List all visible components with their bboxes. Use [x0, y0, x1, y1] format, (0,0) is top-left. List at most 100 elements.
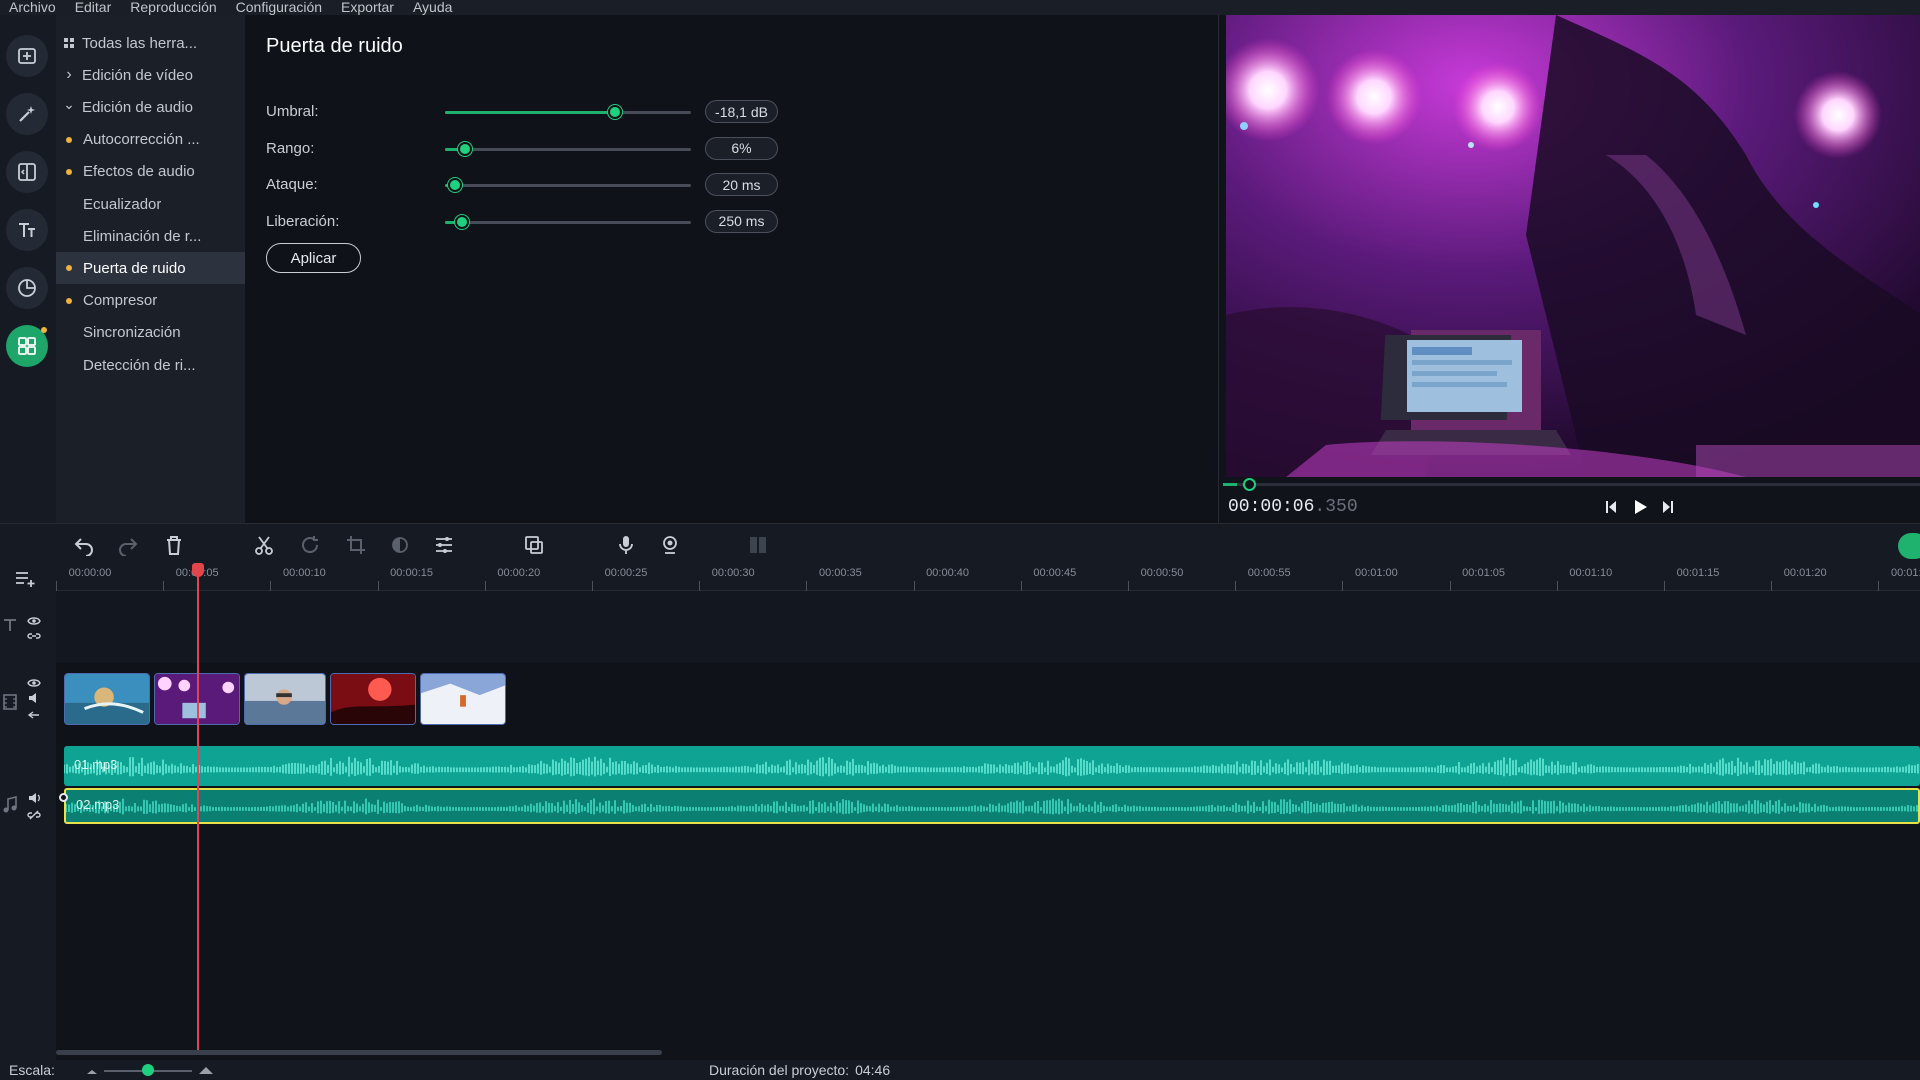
multitrack-button[interactable] [746, 533, 770, 557]
bullet-icon [56, 265, 82, 272]
redo-button[interactable] [116, 533, 140, 557]
param-label: Umbral: [266, 103, 319, 120]
concert-scene-image [1226, 15, 1920, 477]
undo-button[interactable] [72, 533, 96, 557]
split-button[interactable] [252, 533, 276, 557]
param-value-field[interactable]: 250 ms [705, 209, 778, 233]
volume-keyframe[interactable] [59, 793, 68, 802]
clip-properties-button[interactable] [432, 533, 456, 557]
ruler-tick [1128, 581, 1129, 591]
param-slider[interactable] [445, 105, 691, 119]
audio-clip-02[interactable]: 02.mp3 [64, 788, 1920, 824]
video-track-link-icon[interactable] [27, 707, 41, 725]
play-button[interactable] [1629, 496, 1651, 518]
ruler-tick-label: 00:00:10 [282, 567, 326, 579]
tool-item[interactable]: Detección de ri... [56, 349, 245, 381]
ruler-tick-label: 00:00:00 [68, 567, 112, 579]
ruler-tick-label: 00:01:20 [1783, 567, 1827, 579]
menu-3[interactable]: Configuración [236, 0, 322, 15]
video-clip[interactable] [64, 673, 150, 725]
record-voice-button[interactable] [614, 533, 638, 557]
tool-item[interactable]: Efectos de audio [56, 156, 245, 188]
slider-handle[interactable] [455, 214, 470, 229]
stickers-button[interactable] [6, 267, 48, 309]
previous-frame-button[interactable] [1601, 496, 1623, 518]
preview-scrubber[interactable] [1223, 478, 1920, 491]
audio-clip-01[interactable]: 01.mp3 [64, 746, 1920, 786]
delete-button[interactable] [162, 533, 186, 557]
slider-handle[interactable] [447, 178, 462, 192]
audio-track-link-icon[interactable] [27, 807, 41, 825]
param-value-field[interactable]: 20 ms [705, 173, 778, 196]
video-clip[interactable] [420, 673, 506, 725]
slider-handle[interactable] [457, 141, 472, 156]
step-forward-icon [1663, 501, 1673, 513]
audio-track-icon [2, 795, 18, 819]
transitions-button[interactable] [6, 151, 48, 193]
tool-item[interactable]: Todas las herra... [56, 27, 245, 59]
param-slider[interactable] [445, 178, 691, 192]
ruler-tick [1449, 581, 1451, 591]
tool-item-label: Todas las herra... [82, 34, 198, 52]
video-preview[interactable] [1226, 15, 1920, 477]
text-track-link-icon[interactable] [27, 628, 41, 646]
ruler-tick [270, 581, 272, 591]
tool-item[interactable]: Puerta de ruido [56, 252, 245, 285]
zoom-out-icon[interactable] [86, 1066, 98, 1076]
tool-item[interactable]: Sincronización [56, 317, 245, 349]
scrubber-handle[interactable] [1242, 478, 1256, 491]
waveform [66, 798, 1918, 815]
export-button[interactable] [1898, 533, 1920, 559]
ruler-tick-label: 00:01:10 [1569, 567, 1613, 579]
ruler-tick [1020, 581, 1022, 591]
filters-button[interactable] [6, 93, 48, 135]
tool-item-label: Detección de ri... [83, 356, 196, 374]
text-track-icon [2, 617, 18, 638]
timeline-ruler[interactable]: 00:00:0000:00:0500:00:1000:00:1500:00:20… [56, 563, 1920, 591]
ruler-tick [484, 581, 486, 591]
param-slider[interactable] [445, 141, 691, 156]
video-clip[interactable] [330, 673, 416, 725]
more-tools-button[interactable] [6, 325, 48, 367]
param-slider[interactable] [445, 214, 691, 229]
tool-item[interactable]: Ecualizador [56, 188, 245, 220]
tool-item[interactable]: Eliminación de r... [56, 220, 245, 252]
tool-item[interactable]: › Edición de vídeo [56, 59, 245, 91]
menu-2[interactable]: Reproducción [130, 0, 216, 15]
menu-5[interactable]: Ayuda [413, 0, 452, 15]
titles-button[interactable] [6, 209, 48, 251]
playhead-handle[interactable] [192, 563, 204, 577]
tool-item[interactable]: Compresor [56, 285, 245, 317]
scale-slider-handle[interactable] [142, 1064, 154, 1076]
crop-button[interactable] [344, 533, 368, 557]
menu-1[interactable]: Editar [75, 0, 112, 15]
param-value-field[interactable]: 6% [705, 136, 778, 160]
tool-item-label: Efectos de audio [83, 163, 195, 181]
undo-icon [74, 538, 93, 556]
tool-item[interactable]: ⌄ Edición de audio [56, 91, 245, 123]
playhead[interactable] [192, 563, 204, 1050]
color-adjust-button[interactable] [388, 533, 412, 557]
scale-label: Escala: [9, 1062, 55, 1078]
apply-button[interactable]: Aplicar [266, 243, 361, 273]
scale-slider[interactable] [104, 1064, 192, 1076]
tool-item[interactable]: Autocorrección ... [56, 124, 245, 156]
tool-item-label: Ecualizador [83, 195, 162, 213]
ruler-tick-label: 00:00:50 [1140, 567, 1184, 579]
waveform [64, 756, 1919, 777]
import-button[interactable] [6, 35, 48, 77]
timeline-horizontal-scrollbar[interactable] [56, 1050, 662, 1055]
rotate-button[interactable] [298, 533, 322, 557]
webcam-button[interactable] [658, 533, 682, 557]
zoom-in-icon[interactable] [198, 1064, 214, 1076]
overlay-button[interactable] [522, 533, 546, 557]
video-clip[interactable] [244, 673, 326, 725]
slider-handle[interactable] [607, 105, 622, 119]
menu-4[interactable]: Exportar [341, 0, 394, 15]
param-row: Liberación: 250 ms [266, 209, 1006, 235]
param-value-field[interactable]: -18,1 dB [705, 100, 778, 123]
add-track-button[interactable] [14, 569, 38, 592]
text-track[interactable] [56, 591, 1920, 663]
menu-0[interactable]: Archivo [9, 0, 56, 15]
next-frame-button[interactable] [1656, 496, 1678, 518]
